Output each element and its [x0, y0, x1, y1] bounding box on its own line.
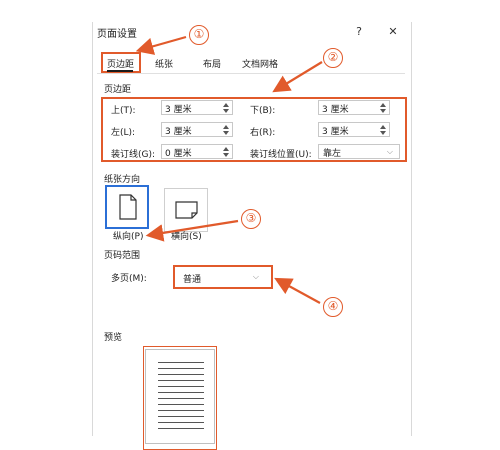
annotation-4: ④	[323, 297, 343, 317]
tab-margins[interactable]: 页边距	[107, 57, 134, 70]
portrait-label: 纵向(P)	[113, 232, 144, 242]
left-margin-input[interactable]: 3 厘米	[161, 122, 233, 137]
tab-active-underline	[107, 70, 133, 72]
multiple-pages-value: 普通	[183, 275, 202, 285]
annotation-1: ①	[189, 25, 209, 45]
pages-section-title: 页码范围	[104, 251, 141, 261]
tab-paper[interactable]: 纸张	[155, 57, 173, 70]
gutter-label: 装订线(G):	[111, 150, 156, 160]
gutter-position-select[interactable]: 靠左 ⌵	[318, 144, 400, 159]
tab-separator	[97, 73, 405, 74]
gutter-input[interactable]: 0 厘米	[161, 144, 233, 159]
top-margin-input[interactable]: 3 厘米	[161, 100, 233, 115]
page-setup-dialog: 页面设置 ? ✕ 页边距 纸张 布局 文档网格 页边距 上(T): 3 厘米 下…	[92, 22, 412, 450]
portrait-button[interactable]	[105, 185, 149, 229]
gutter-spinner[interactable]	[221, 145, 231, 158]
left-margin-spinner[interactable]	[221, 123, 231, 136]
portrait-page-icon	[119, 194, 137, 220]
multiple-pages-select[interactable]: 普通 ⌵	[173, 265, 273, 289]
gutter-value: 0 厘米	[165, 149, 192, 159]
help-button[interactable]: ?	[351, 25, 367, 38]
margins-section-title: 页边距	[104, 85, 132, 95]
preview-page	[145, 349, 215, 444]
right-margin-input[interactable]: 3 厘米	[318, 122, 390, 137]
gutter-position-label: 装订线位置(U):	[250, 150, 312, 160]
close-button[interactable]: ✕	[385, 25, 401, 38]
left-margin-value: 3 厘米	[165, 127, 192, 137]
bottom-margin-label: 下(B):	[250, 106, 276, 116]
tab-layout[interactable]: 布局	[203, 57, 221, 70]
annotation-2: ②	[323, 48, 343, 68]
dialog-title: 页面设置	[97, 29, 137, 40]
landscape-page-icon	[175, 201, 198, 219]
landscape-button[interactable]	[164, 188, 208, 232]
preview-section-title: 预览	[104, 333, 123, 343]
chevron-down-icon: ⌵	[252, 272, 259, 281]
right-margin-label: 右(R):	[250, 128, 276, 138]
right-margin-value: 3 厘米	[322, 127, 349, 137]
chevron-down-icon: ⌵	[386, 147, 393, 156]
multiple-pages-label: 多页(M):	[111, 274, 147, 284]
annotation-3: ③	[241, 209, 261, 229]
bottom-margin-spinner[interactable]	[378, 101, 388, 114]
orientation-section-title: 纸张方向	[104, 175, 141, 185]
top-margin-label: 上(T):	[111, 106, 136, 116]
bottom-margin-input[interactable]: 3 厘米	[318, 100, 390, 115]
bottom-margin-value: 3 厘米	[322, 105, 349, 115]
right-margin-spinner[interactable]	[378, 123, 388, 136]
landscape-label: 横向(S)	[171, 232, 202, 242]
left-margin-label: 左(L):	[111, 128, 136, 138]
top-margin-spinner[interactable]	[221, 101, 231, 114]
top-margin-value: 3 厘米	[165, 105, 192, 115]
gutter-position-value: 靠左	[323, 149, 342, 159]
tab-doc-grid[interactable]: 文档网格	[242, 57, 278, 70]
